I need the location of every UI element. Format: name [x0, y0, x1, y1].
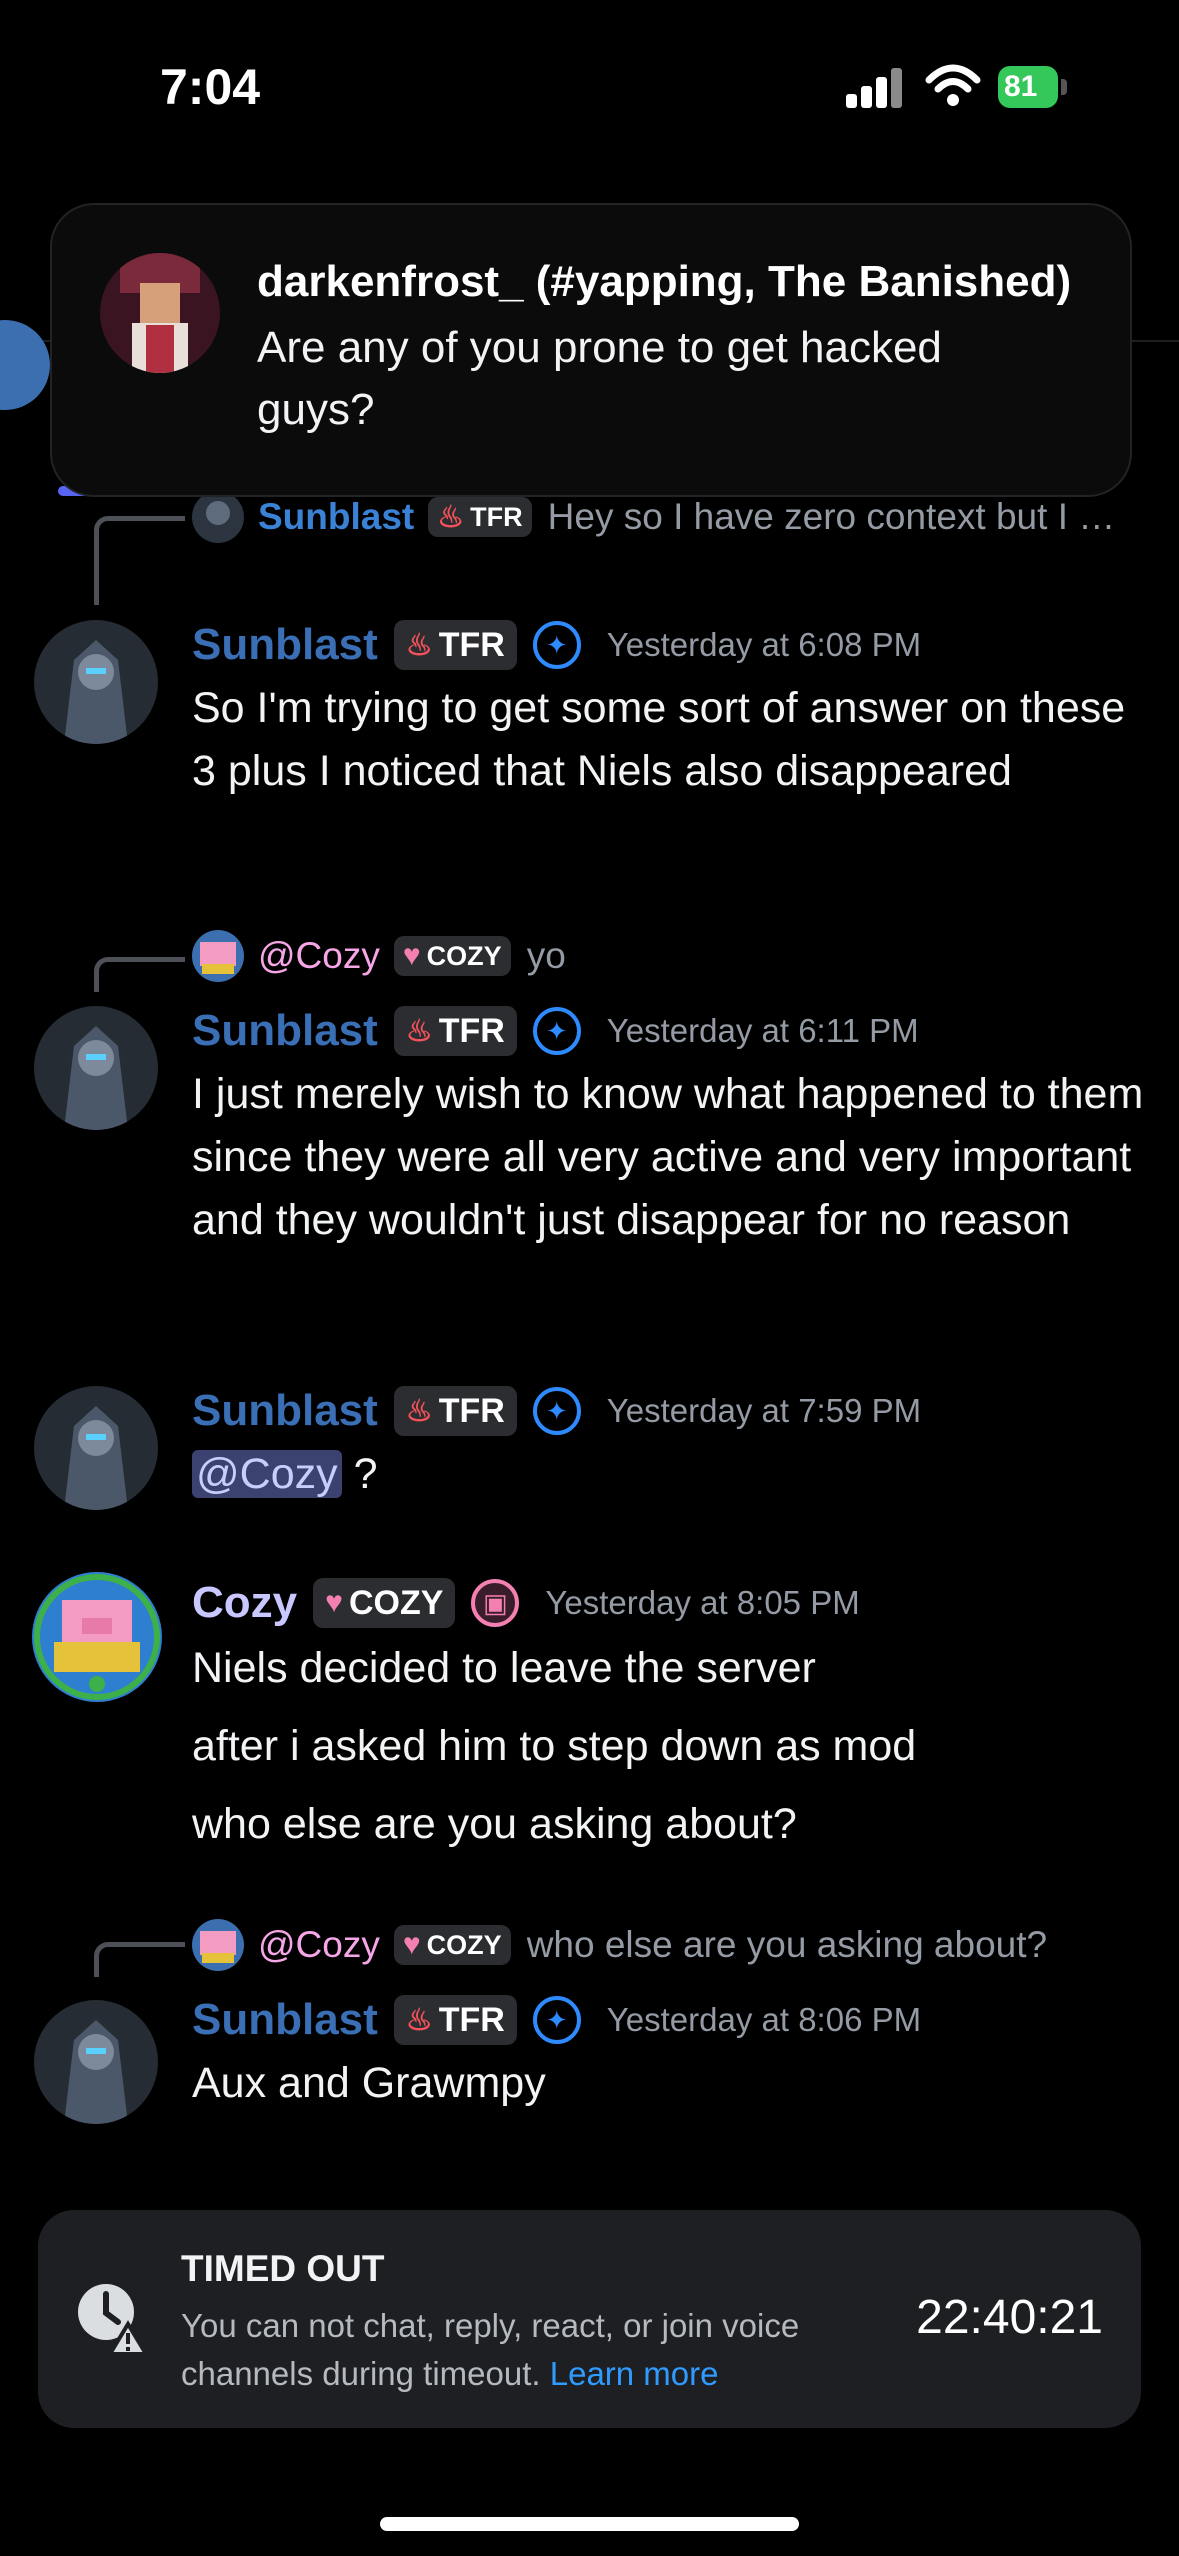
author-name[interactable]: Sunblast	[192, 1006, 378, 1056]
message-line: Niels decided to leave the server	[192, 1644, 816, 1692]
timeout-banner: TIMED OUT You can not chat, reply, react…	[38, 2210, 1141, 2428]
heart-icon: ♥	[402, 939, 421, 972]
message-content: So I'm trying to get some sort of answer…	[192, 684, 1126, 795]
battery-level: 81	[998, 66, 1058, 108]
reply-avatar	[192, 930, 244, 982]
notification-body: Are any of you prone to get hacked guys?	[257, 323, 942, 434]
message-header: Sunblast ♨ TFR ✦ Yesterday at 6:08 PM	[192, 614, 921, 676]
avatar-sunblast[interactable]	[34, 2000, 158, 2124]
avatar-cozy[interactable]	[32, 1572, 162, 1702]
obscured-avatar	[0, 320, 50, 410]
heart-icon: ♥	[325, 1586, 343, 1619]
reply-author: Sunblast	[258, 496, 415, 537]
message-header: Sunblast ♨ TFR ✦ Yesterday at 8:06 PM	[192, 1989, 921, 2051]
home-indicator[interactable]	[380, 2517, 799, 2531]
timeout-title: TIMED OUT	[181, 2248, 385, 2289]
reply-preview[interactable]: @Cozy ♥ COZY yo	[192, 925, 566, 987]
reply-connector	[94, 957, 185, 992]
author-name[interactable]: Sunblast	[192, 620, 378, 670]
message-header: Sunblast ♨ TFR ✦ Yesterday at 7:59 PM	[192, 1380, 921, 1442]
reply-avatar	[192, 491, 244, 543]
cellular-signal-icon	[846, 68, 904, 108]
reply-text: yo	[526, 935, 566, 976]
timeout-countdown: 22:40:21	[916, 2291, 1103, 2344]
reply-text: Hey so I have zero context but I wanted …	[547, 496, 1128, 537]
reply-preview[interactable]: @Cozy ♥ COZY who else are you asking abou…	[192, 1914, 1047, 1976]
flame-icon: ♨	[405, 628, 433, 662]
flame-icon: ♨	[437, 500, 465, 534]
server-tag: ♨ TFR	[428, 497, 532, 537]
push-notification-banner[interactable]: darkenfrost_ (#yapping, The Banished) Ar…	[50, 203, 1132, 497]
user-mention[interactable]: @Cozy	[192, 1450, 342, 1498]
timeout-description: You can not chat, reply, react, or join …	[181, 2307, 800, 2392]
battery-icon: 81	[998, 66, 1068, 108]
avatar-sunblast[interactable]	[34, 620, 158, 744]
wifi-icon	[925, 64, 981, 106]
timestamp: Yesterday at 6:11 PM	[606, 1012, 919, 1049]
status-bar: 7:04 81	[0, 0, 1179, 180]
message-content: Niels decided to leave the server after …	[192, 1629, 1152, 1863]
notification-avatar	[100, 253, 220, 373]
message-content: @Cozy ?	[192, 1443, 1152, 1506]
message-header: Sunblast ♨ TFR ✦ Yesterday at 6:11 PM	[192, 1000, 919, 1062]
flame-icon: ♨	[405, 1014, 433, 1048]
reply-text: who else are you asking about?	[526, 1924, 1048, 1965]
learn-more-link[interactable]: Learn more	[550, 2355, 719, 2392]
flame-icon: ♨	[405, 1394, 433, 1428]
notification-title: darkenfrost_ (#yapping, The Banished)	[257, 257, 1072, 306]
avatar-sunblast[interactable]	[34, 1006, 158, 1130]
server-tag[interactable]: ♥ COZY	[313, 1578, 456, 1628]
status-time: 7:04	[160, 59, 261, 115]
timestamp: Yesterday at 8:06 PM	[606, 2001, 922, 2038]
timestamp: Yesterday at 8:05 PM	[545, 1584, 860, 1621]
reply-connector	[94, 1942, 185, 1977]
reply-author: @Cozy	[258, 1924, 380, 1965]
server-tag[interactable]: ♨ TFR	[393, 1386, 517, 1436]
heart-icon: ♥	[402, 1928, 421, 1961]
reply-author: @Cozy	[258, 935, 380, 976]
server-tag[interactable]: ♨ TFR	[393, 1006, 517, 1056]
role-badge-icon[interactable]: ✦	[532, 1387, 581, 1435]
message-content: Aux and Grawmpy	[192, 2059, 546, 2107]
timestamp: Yesterday at 7:59 PM	[606, 1392, 922, 1429]
message-line: who else are you asking about?	[192, 1800, 797, 1848]
role-badge-icon[interactable]: ✦	[532, 1007, 581, 1055]
avatar-sunblast[interactable]	[34, 1386, 158, 1510]
server-tag: ♥ COZY	[393, 1925, 511, 1965]
message-header: Cozy ♥ COZY ▣ Yesterday at 8:05 PM	[192, 1572, 860, 1634]
flame-icon: ♨	[405, 2003, 433, 2037]
role-badge-icon[interactable]: ▣	[471, 1579, 520, 1627]
message-line: after i asked him to step down as mod	[192, 1722, 917, 1770]
role-badge-icon[interactable]: ✦	[532, 621, 581, 669]
reply-avatar	[192, 1919, 244, 1971]
message-content: I just merely wish to know what happened…	[192, 1070, 1144, 1244]
timeout-clock-icon	[78, 2284, 150, 2356]
server-tag[interactable]: ♨ TFR	[393, 1995, 517, 2045]
timestamp: Yesterday at 6:08 PM	[606, 626, 922, 663]
author-name[interactable]: Sunblast	[192, 1386, 378, 1436]
server-tag[interactable]: ♨ TFR	[393, 620, 517, 670]
author-name[interactable]: Cozy	[192, 1578, 297, 1628]
reply-connector	[94, 516, 185, 605]
role-badge-icon[interactable]: ✦	[532, 1996, 581, 2044]
author-name[interactable]: Sunblast	[192, 1995, 378, 2045]
server-tag: ♥ COZY	[393, 936, 511, 976]
